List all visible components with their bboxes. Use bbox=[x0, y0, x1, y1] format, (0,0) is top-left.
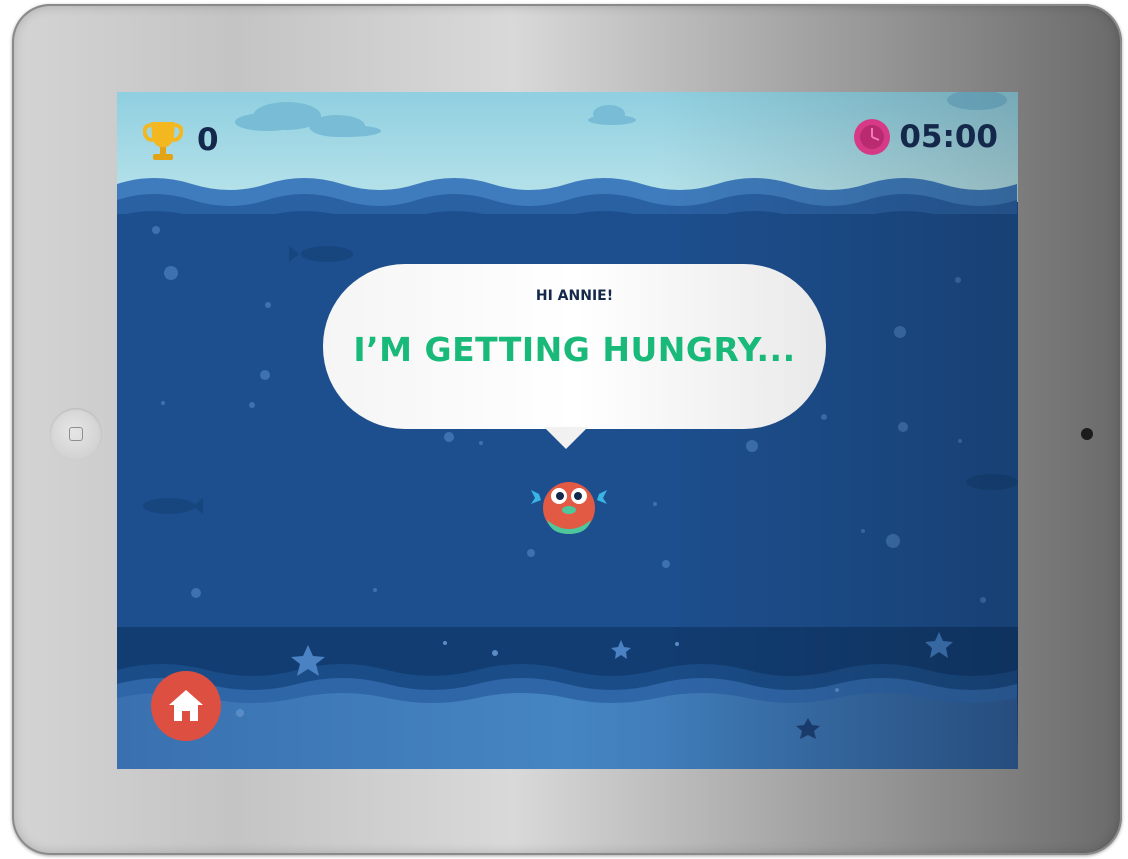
home-icon bbox=[169, 690, 203, 721]
timer-value: 05:00 bbox=[899, 119, 998, 155]
home-square-icon bbox=[69, 427, 83, 441]
bubble-greeting: HI ANNIE! bbox=[535, 288, 614, 304]
device-home-button[interactable] bbox=[50, 408, 102, 460]
score-display: 0 bbox=[143, 118, 219, 162]
pufferfish-character[interactable] bbox=[529, 476, 609, 538]
speech-bubble-tail bbox=[544, 427, 588, 449]
timer-display: 05:00 bbox=[853, 118, 998, 156]
speech-bubble: HI ANNIE! I’M GETTING HUNGRY... bbox=[323, 264, 826, 429]
bubble-message: I’M GETTING HUNGRY... bbox=[353, 330, 796, 369]
camera-icon bbox=[1081, 428, 1093, 440]
game-screen[interactable]: 0 05:00 HI ANNIE! I’M GETTING HUNGRY... bbox=[117, 92, 1018, 769]
home-button[interactable] bbox=[151, 671, 221, 741]
score-value: 0 bbox=[197, 122, 219, 158]
trophy-icon bbox=[143, 122, 183, 160]
clock-icon bbox=[854, 119, 891, 155]
